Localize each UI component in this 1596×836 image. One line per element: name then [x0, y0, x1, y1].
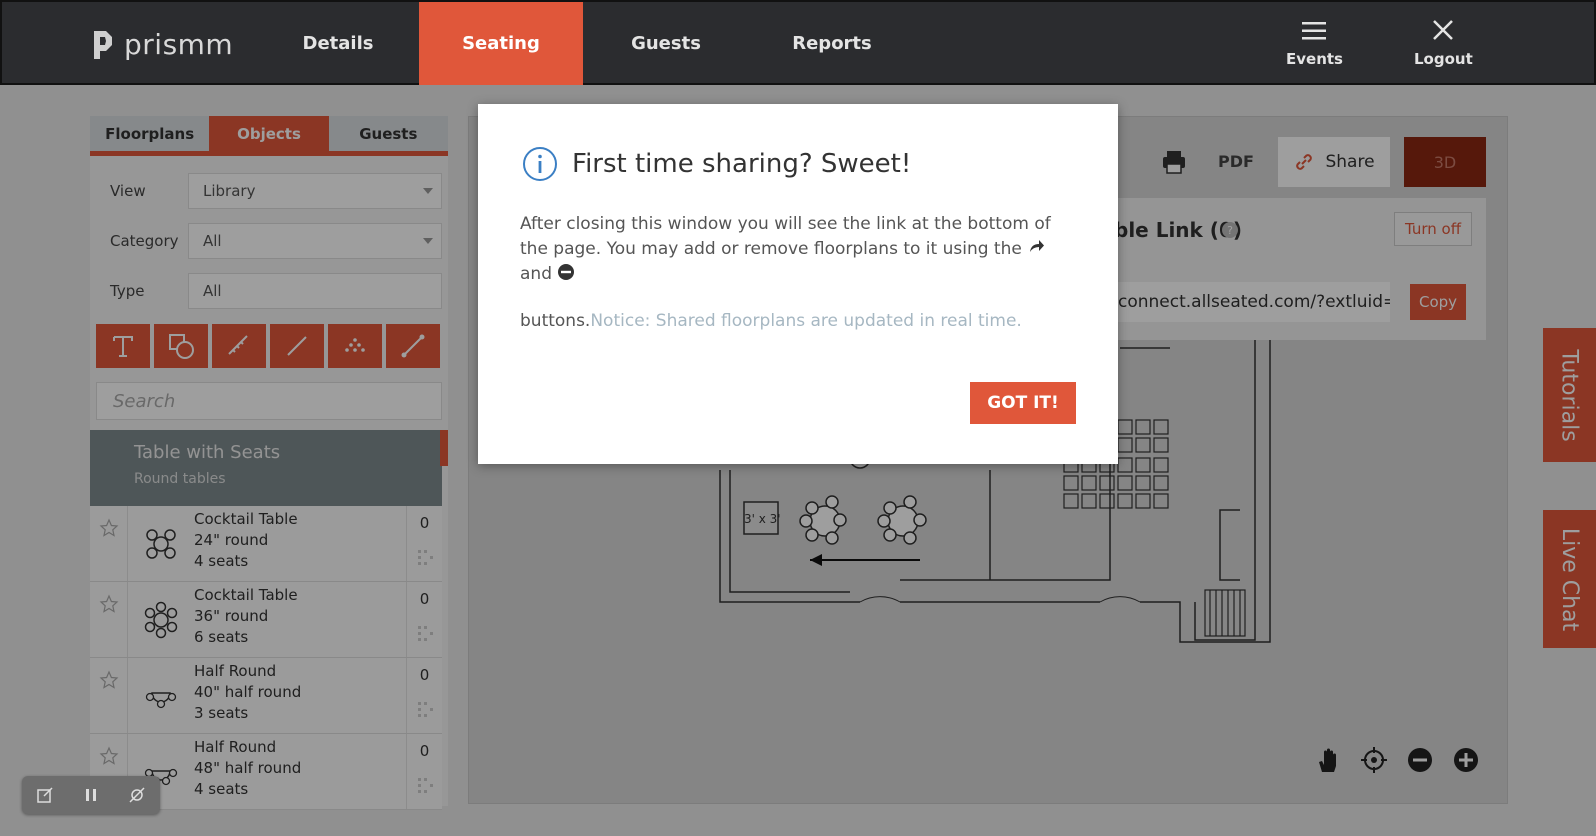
close-icon [1433, 20, 1454, 40]
dialog-line: buttons.Notice: Shared floorplans are up… [520, 309, 1080, 334]
hide-icon[interactable] [128, 786, 146, 804]
events-label: Events [1286, 50, 1343, 68]
nav-guests[interactable]: Guests [583, 2, 749, 85]
dialog-notice: Notice: Shared floorplans are updated in… [590, 311, 1022, 331]
dialog-title-text: First time sharing? Sweet! [572, 149, 912, 179]
info-icon [523, 147, 557, 181]
dialog-body: After closing this window you will see t… [520, 212, 1080, 334]
share-arrow-icon [1030, 240, 1045, 252]
logout-button[interactable]: Logout [1414, 16, 1473, 68]
nav-details[interactable]: Details [257, 2, 419, 85]
pause-icon[interactable] [82, 786, 100, 804]
dialog-text-part2: buttons. [520, 311, 591, 331]
recording-toolbar [22, 776, 160, 814]
brand-name: prismm [124, 28, 234, 61]
dialog-title: First time sharing? Sweet! [522, 146, 911, 182]
prismm-logo[interactable]: prismm [92, 28, 233, 61]
logout-label: Logout [1414, 50, 1473, 68]
events-menu[interactable]: Events [1286, 16, 1343, 68]
nav-seating[interactable]: Seating [419, 2, 583, 85]
prismm-logo-icon [94, 30, 112, 59]
dialog-text-and: and [520, 264, 552, 284]
edit-icon[interactable] [36, 786, 54, 804]
hamburger-menu-icon [1302, 22, 1327, 40]
dialog-text-part1: After closing this window you will see t… [520, 214, 1051, 259]
remove-circle-icon [558, 264, 575, 280]
top-navigation-bar: prismm Details Seating Guests Reports Ev… [0, 0, 1596, 85]
got-it-button[interactable]: GOT IT! [970, 382, 1076, 424]
nav-reports[interactable]: Reports [749, 2, 915, 85]
share-info-dialog: First time sharing? Sweet! After closing… [478, 104, 1118, 464]
